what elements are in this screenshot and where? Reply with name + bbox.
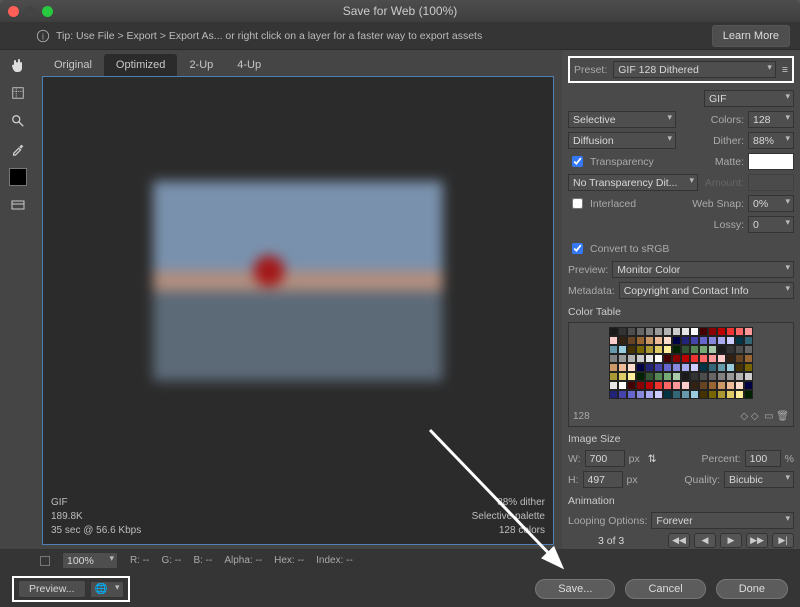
first-frame-button[interactable]: ◀◀: [668, 533, 690, 548]
bottom-bar: Preview... 🌐 Save... Cancel Done: [0, 571, 800, 607]
learn-more-button[interactable]: Learn More: [712, 25, 790, 47]
transparency-checkbox[interactable]: [572, 156, 583, 167]
zoom-icon[interactable]: [42, 6, 53, 17]
settings-panel: Preset: GIF 128 Dithered ≡ GIF Selective…: [562, 50, 800, 549]
percent-field[interactable]: [745, 450, 781, 467]
websnap-select[interactable]: 0%: [748, 195, 794, 212]
tab-2up[interactable]: 2-Up: [177, 54, 225, 76]
dither-type-select[interactable]: Diffusion: [568, 132, 676, 149]
width-field[interactable]: [585, 450, 625, 467]
tab-4up[interactable]: 4-Up: [225, 54, 273, 76]
dither-select[interactable]: 88%: [748, 132, 794, 149]
preview-canvas[interactable]: GIF 189.8K 35 sec @ 56.6 Kbps 88% dither…: [42, 76, 554, 545]
trans-dither-select[interactable]: No Transparency Dit...: [568, 174, 698, 191]
animation-label: Animation: [568, 495, 794, 507]
toggle-panels-icon[interactable]: [9, 196, 27, 214]
tab-original[interactable]: Original: [42, 54, 104, 76]
preview-button[interactable]: Preview...: [18, 580, 86, 598]
srgb-checkbox[interactable]: [572, 243, 583, 254]
slice-tool-icon[interactable]: [9, 84, 27, 102]
minimize-icon: [25, 6, 36, 17]
tip-text: Tip: Use File > Export > Export As... or…: [56, 30, 482, 42]
reduction-select[interactable]: Selective: [568, 111, 676, 128]
eyedropper-tool-icon[interactable]: [9, 140, 27, 158]
image-preview: [153, 181, 443, 381]
info-strip: 100% R: -- G: -- B: -- Alpha: -- Hex: --…: [0, 549, 800, 571]
matte-swatch[interactable]: [748, 153, 794, 170]
last-frame-button[interactable]: ▶|: [772, 533, 794, 548]
info-icon: i: [36, 29, 50, 43]
window-controls: [0, 6, 53, 17]
next-frame-button[interactable]: ▶▶: [746, 533, 768, 548]
preset-label: Preset:: [574, 64, 607, 76]
frame-indicator: 3 of 3: [598, 535, 624, 547]
imagesize-label: Image Size: [568, 433, 794, 445]
prev-frame-button[interactable]: ◀: [694, 533, 716, 548]
looping-select[interactable]: Forever: [651, 512, 794, 529]
preset-select[interactable]: GIF 128 Dithered: [613, 61, 776, 78]
zoom-select[interactable]: 100%: [62, 552, 118, 569]
tool-column: [0, 50, 36, 549]
colors-select[interactable]: 128: [748, 111, 794, 128]
quality-select[interactable]: Bicubic: [724, 471, 794, 488]
link-icon[interactable]: ⇅: [648, 453, 657, 465]
toggle-slices-icon[interactable]: [40, 556, 50, 566]
metadata-select[interactable]: Copyright and Contact Info: [619, 282, 794, 299]
svg-text:i: i: [42, 31, 44, 41]
color-swatch[interactable]: [9, 168, 27, 186]
tip-bar: i Tip: Use File > Export > Export As... …: [0, 22, 800, 50]
view-tabs: Original Optimized 2-Up 4-Up: [36, 50, 560, 76]
colortable-count: 128: [573, 411, 590, 422]
window-title: Save for Web (100%): [0, 4, 800, 18]
colortable-label: Color Table: [568, 306, 794, 318]
preview-metadata: GIF 189.8K 35 sec @ 56.6 Kbps 88% dither…: [51, 496, 545, 538]
preset-menu-icon[interactable]: ≡: [782, 64, 788, 76]
done-button[interactable]: Done: [716, 579, 788, 599]
save-button[interactable]: Save...: [535, 579, 615, 599]
play-button[interactable]: ▶: [720, 533, 742, 548]
browser-select[interactable]: 🌐: [90, 581, 124, 598]
tab-optimized[interactable]: Optimized: [104, 54, 178, 76]
hand-tool-icon[interactable]: [9, 56, 27, 74]
close-icon[interactable]: [8, 6, 19, 17]
format-select[interactable]: GIF: [704, 90, 794, 107]
height-field[interactable]: [583, 471, 623, 488]
lossy-select[interactable]: 0: [748, 216, 794, 233]
cancel-button[interactable]: Cancel: [625, 579, 705, 599]
preview-select[interactable]: Monitor Color: [612, 261, 794, 278]
color-table[interactable]: 128 ◇ ◇ ▭ 🗑: [568, 322, 794, 427]
amount-field: [748, 174, 794, 191]
titlebar: Save for Web (100%): [0, 0, 800, 22]
zoom-tool-icon[interactable]: [9, 112, 27, 130]
interlaced-checkbox[interactable]: [572, 198, 583, 209]
